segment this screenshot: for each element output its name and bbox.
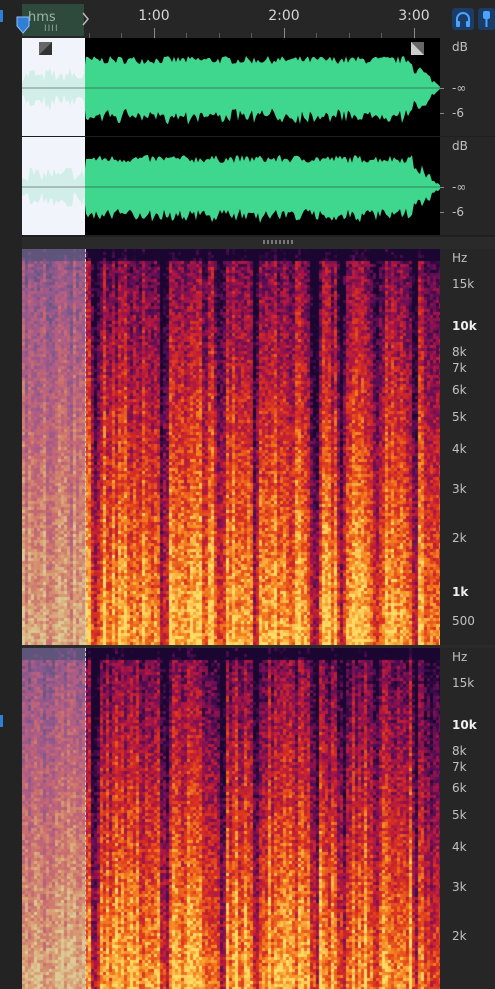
time-label: 1:00 (138, 8, 170, 24)
db-label: dB (452, 40, 468, 54)
hz-label: Hz (452, 251, 468, 265)
hz-label: 1k (452, 585, 469, 599)
toolbar-right (440, 0, 495, 38)
chevron-right-icon (82, 12, 89, 26)
waveform-channel-1[interactable] (22, 38, 440, 136)
tick (154, 28, 155, 38)
hz-label: 7k (452, 760, 467, 774)
playhead-marker-icon[interactable] (16, 16, 30, 34)
tick (440, 212, 444, 213)
hz-label: 15k (452, 277, 475, 291)
time-format-button[interactable]: hms IIII (22, 4, 84, 36)
spectrogram-channel-2[interactable] (22, 648, 440, 989)
waveform-trace (22, 38, 440, 136)
selection-region[interactable] (22, 648, 86, 989)
pin-icon (483, 11, 490, 27)
headphones-icon (456, 12, 470, 27)
track-marker (0, 715, 3, 727)
timeline-ruler[interactable]: hms IIII 1:00 2:00 3:00 (16, 0, 440, 39)
time-format-sub: IIII (44, 24, 59, 34)
hz-label: 7k (452, 361, 467, 375)
hz-label: Hz (452, 650, 468, 664)
left-gutter (0, 0, 23, 989)
time-label: 3:00 (398, 8, 430, 24)
db-scale-channel-1: dB -∞ -6 (440, 38, 495, 136)
fade-out-handle-icon[interactable] (411, 42, 424, 55)
hz-label: 8k (452, 744, 467, 758)
hz-label: 500 (452, 614, 475, 628)
selection-region[interactable] (22, 249, 86, 645)
hz-label: 4k (452, 442, 467, 456)
hz-label: 3k (452, 482, 467, 496)
hz-label: 6k (452, 383, 467, 397)
db-label: -6 (452, 106, 464, 120)
hz-label: 15k (452, 676, 475, 690)
db-label: -∞ (452, 81, 467, 95)
hz-label: 3k (452, 880, 467, 894)
hz-label: 10k (452, 319, 477, 333)
tick (440, 113, 444, 114)
hz-label: 8k (452, 345, 467, 359)
hz-label: 5k (452, 808, 467, 822)
tick (284, 28, 285, 38)
db-label: dB (452, 139, 468, 153)
db-label: -6 (452, 205, 464, 219)
tick (440, 187, 444, 188)
view-divider-handle[interactable] (22, 237, 495, 249)
hz-label: 6k (452, 781, 467, 795)
waveform-channel-2[interactable] (22, 137, 440, 235)
hz-scale-channel-1: Hz 15k 10k 8k 7k 6k 5k 4k 3k 2k 1k 500 (440, 249, 495, 645)
fade-in-handle-icon[interactable] (39, 42, 52, 55)
track-marker (0, 10, 3, 22)
hz-scale-channel-2: Hz 15k 10k 8k 7k 6k 5k 4k 3k 2k (440, 648, 495, 989)
hz-label: 2k (452, 531, 467, 545)
tick (414, 28, 415, 38)
hz-label: 5k (452, 410, 467, 424)
pin-button[interactable] (478, 8, 495, 30)
hz-label: 2k (452, 929, 467, 943)
time-format-label: hms (28, 10, 56, 25)
spectrogram-channel-1[interactable] (22, 249, 440, 645)
tick (440, 88, 444, 89)
grip-icon (263, 240, 293, 244)
db-label: -∞ (452, 180, 467, 194)
hz-label: 10k (452, 718, 477, 732)
hz-label: 4k (452, 840, 467, 854)
db-scale-channel-2: dB -∞ -6 (440, 137, 495, 235)
time-label: 2:00 (268, 8, 300, 24)
waveform-trace (22, 137, 440, 235)
headphones-button[interactable] (452, 8, 474, 30)
